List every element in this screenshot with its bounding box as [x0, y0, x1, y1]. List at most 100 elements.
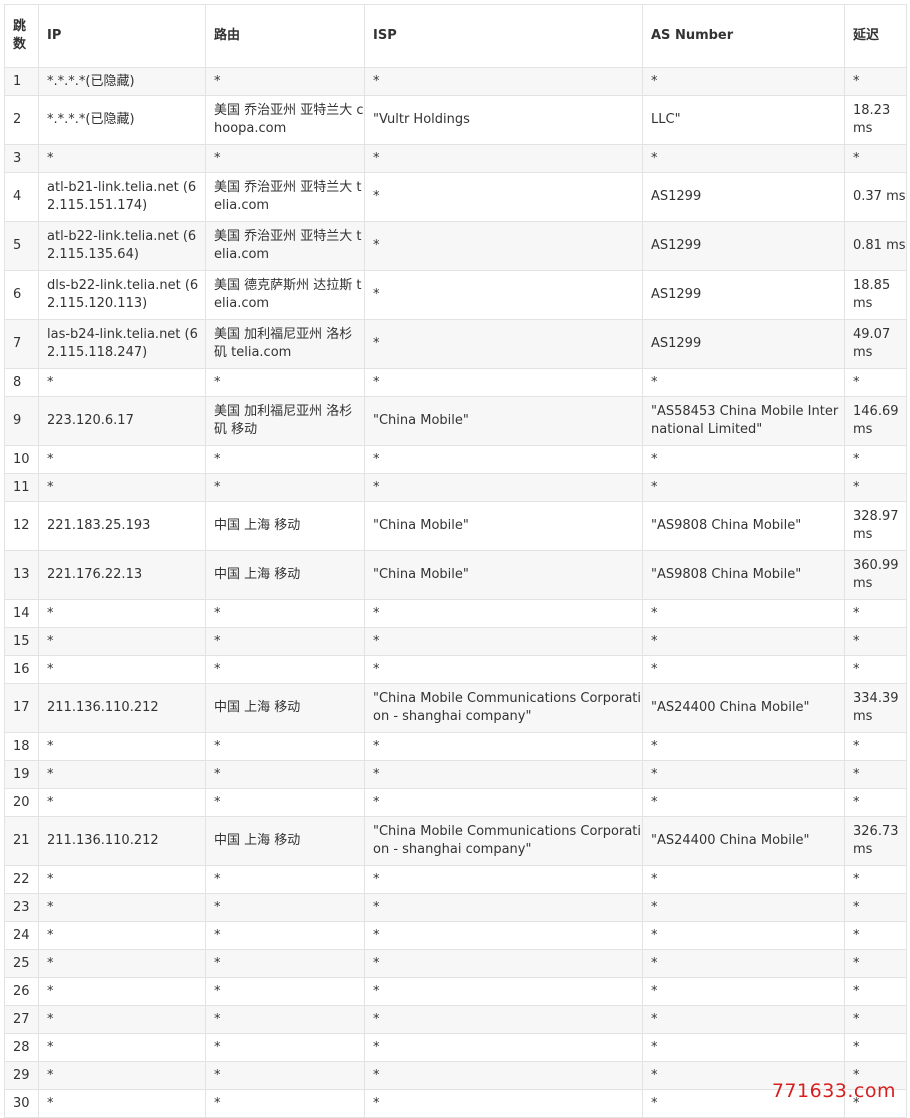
column-header-isp: ISP	[364, 4, 643, 68]
cell-isp: *	[364, 865, 643, 894]
cell-hop: 25	[4, 949, 39, 978]
cell-isp: *	[364, 788, 643, 817]
cell-hop: 12	[4, 501, 39, 551]
cell-latency: *	[844, 921, 907, 950]
cell-as: AS1299	[642, 319, 845, 369]
table-row: 13 221.176.22.13 中国 上海 移动 "China Mobile" "AS…	[4, 550, 907, 600]
cell-isp: *	[364, 172, 643, 222]
cell-ip: *	[38, 627, 206, 656]
cell-as: *	[642, 627, 845, 656]
column-header-route: 路由	[205, 4, 365, 68]
cell-route: 中国 上海 移动	[205, 550, 365, 600]
table-row: 2 *.*.*.*(已隐藏) 美国 乔治亚州 亚特兰大 choopa.com "Vul…	[4, 95, 907, 145]
cell-route: 美国 德克萨斯州 达拉斯 telia.com	[205, 270, 365, 320]
cell-hop: 27	[4, 1005, 39, 1034]
cell-latency: 334.39 ms	[844, 683, 907, 733]
table-row: 21 211.136.110.212 中国 上海 移动 "China Mobile C…	[4, 816, 907, 866]
cell-latency: 328.97 ms	[844, 501, 907, 551]
cell-as: *	[642, 788, 845, 817]
cell-hop: 23	[4, 893, 39, 922]
cell-route: *	[205, 655, 365, 684]
cell-ip: *	[38, 445, 206, 474]
cell-isp: *	[364, 977, 643, 1006]
cell-route: *	[205, 921, 365, 950]
cell-latency: *	[844, 627, 907, 656]
cell-as: AS1299	[642, 221, 845, 271]
cell-as: *	[642, 949, 845, 978]
cell-hop: 17	[4, 683, 39, 733]
cell-as: *	[642, 144, 845, 173]
cell-latency: *	[844, 445, 907, 474]
cell-hop: 4	[4, 172, 39, 222]
cell-latency: *	[844, 599, 907, 628]
cell-isp: *	[364, 445, 643, 474]
table-row: 5 atl-b22-link.telia.net (62.115.135.64) 美…	[4, 221, 907, 271]
cell-latency: *	[844, 368, 907, 397]
table-row: 27 * * * * *	[4, 1005, 907, 1034]
cell-ip: atl-b22-link.telia.net (62.115.135.64)	[38, 221, 206, 271]
cell-ip: *	[38, 949, 206, 978]
cell-as: *	[642, 893, 845, 922]
cell-as: *	[642, 1005, 845, 1034]
cell-latency: 18.23 ms	[844, 95, 907, 145]
table-row: 3 * * * * *	[4, 144, 907, 173]
cell-ip: *	[38, 760, 206, 789]
cell-latency: 49.07 ms	[844, 319, 907, 369]
cell-route: *	[205, 732, 365, 761]
cell-latency: *	[844, 760, 907, 789]
cell-ip: 221.183.25.193	[38, 501, 206, 551]
cell-route: *	[205, 144, 365, 173]
cell-hop: 15	[4, 627, 39, 656]
cell-ip: *	[38, 921, 206, 950]
cell-route: *	[205, 627, 365, 656]
column-header-hop: 跳数	[4, 4, 39, 68]
cell-isp: *	[364, 221, 643, 271]
cell-isp: *	[364, 1089, 643, 1118]
cell-as: *	[642, 732, 845, 761]
cell-ip: *	[38, 732, 206, 761]
table-header-row: 跳数 IP 路由 ISP AS Number 延迟	[4, 4, 907, 68]
cell-latency: 146.69 ms	[844, 396, 907, 446]
cell-ip: *	[38, 865, 206, 894]
cell-as: "AS9808 China Mobile"	[642, 550, 845, 600]
cell-route: *	[205, 368, 365, 397]
table-row: 9 223.120.6.17 美国 加利福尼亚州 洛杉矶 移动 "China Mobi…	[4, 396, 907, 446]
table-body: 1 *.*.*.*(已隐藏) * * * * 2 *.*.*.*(已隐藏) 美国 乔治亚州 亚特…	[4, 67, 907, 1118]
cell-ip: *.*.*.*(已隐藏)	[38, 95, 206, 145]
cell-route: 中国 上海 移动	[205, 683, 365, 733]
cell-ip: *	[38, 655, 206, 684]
cell-isp: "China Mobile Communications Corporation…	[364, 816, 643, 866]
table-row: 24 * * * * *	[4, 921, 907, 950]
cell-route: 美国 乔治亚州 亚特兰大 telia.com	[205, 172, 365, 222]
table-row: 10 * * * * *	[4, 445, 907, 474]
cell-hop: 13	[4, 550, 39, 600]
cell-route: *	[205, 67, 365, 96]
cell-route: 中国 上海 移动	[205, 816, 365, 866]
cell-route: *	[205, 865, 365, 894]
table-row: 22 * * * * *	[4, 865, 907, 894]
cell-latency: *	[844, 977, 907, 1006]
cell-ip: *	[38, 977, 206, 1006]
cell-route: 美国 乔治亚州 亚特兰大 choopa.com	[205, 95, 365, 145]
cell-ip: *	[38, 1089, 206, 1118]
watermark: 771633.com	[771, 1080, 896, 1102]
table-row: 8 * * * * *	[4, 368, 907, 397]
traceroute-table: 跳数 IP 路由 ISP AS Number 延迟 1 *.*.*.*(已隐藏) *…	[4, 4, 907, 1118]
cell-latency: *	[844, 1033, 907, 1062]
cell-route: *	[205, 760, 365, 789]
cell-hop: 2	[4, 95, 39, 145]
cell-hop: 5	[4, 221, 39, 271]
cell-hop: 20	[4, 788, 39, 817]
cell-route: *	[205, 599, 365, 628]
cell-latency: *	[844, 473, 907, 502]
column-header-as-number: AS Number	[642, 4, 845, 68]
cell-ip: atl-b21-link.telia.net (62.115.151.174)	[38, 172, 206, 222]
cell-isp: *	[364, 732, 643, 761]
cell-route: *	[205, 977, 365, 1006]
cell-as: *	[642, 655, 845, 684]
cell-ip: *	[38, 1005, 206, 1034]
cell-ip: dls-b22-link.telia.net (62.115.120.113)	[38, 270, 206, 320]
cell-ip: las-b24-link.telia.net (62.115.118.247)	[38, 319, 206, 369]
cell-latency: 0.81 ms	[844, 221, 907, 271]
cell-route: *	[205, 949, 365, 978]
